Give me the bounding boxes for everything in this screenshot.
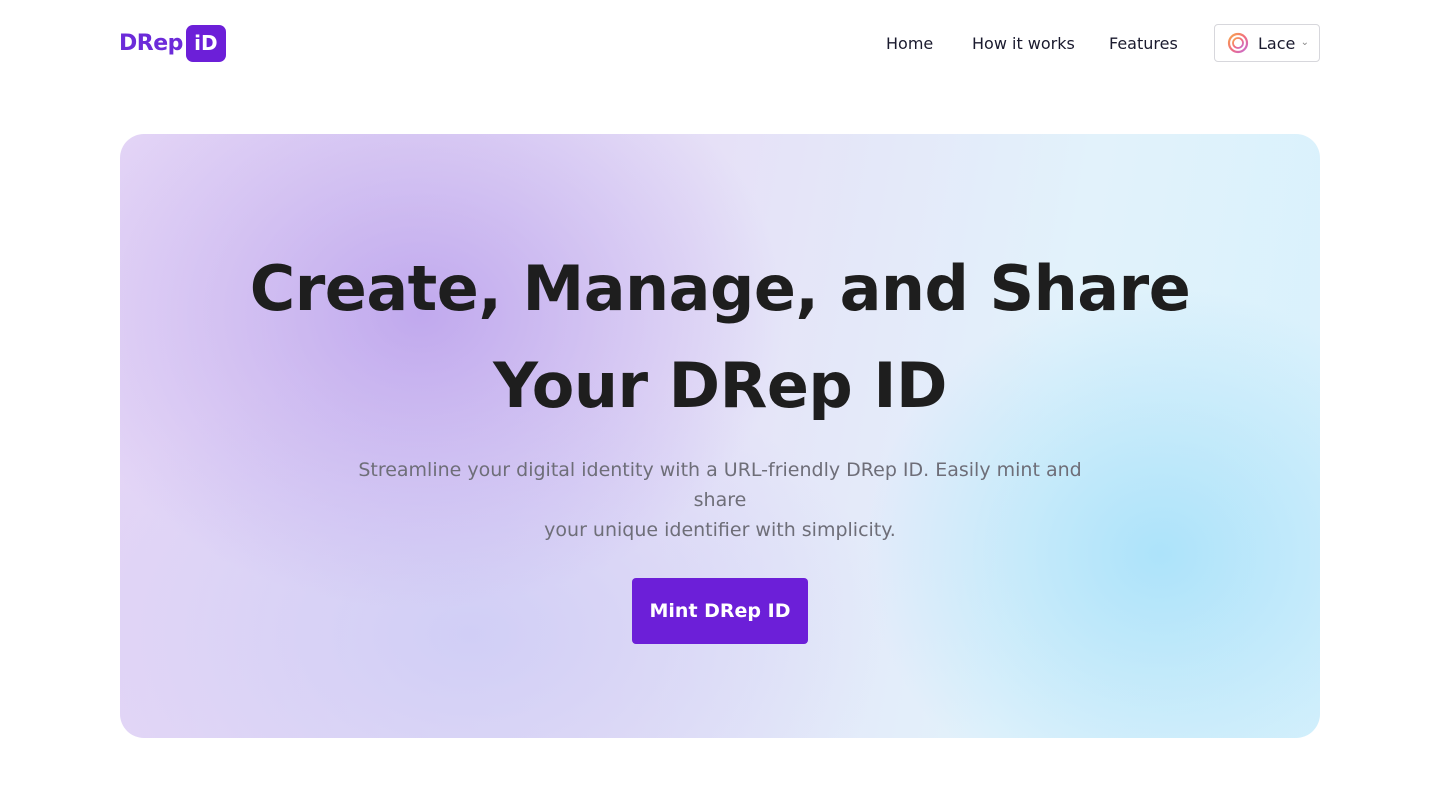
hero-subtitle-line-2: your unique identifier with simplicity. [544, 519, 896, 541]
logo-wordmark: DRep [119, 30, 183, 56]
nav-link-home[interactable]: Home [886, 34, 933, 53]
hero-title: Create, Manage, and Share Your DRep ID [120, 240, 1320, 434]
brand-logo[interactable]: DRep iD [119, 24, 226, 62]
nav-link-how-it-works[interactable]: How it works [972, 34, 1075, 53]
wallet-label: Lace [1258, 33, 1296, 53]
lace-wallet-icon [1227, 32, 1249, 54]
hero-subtitle: Streamline your digital identity with a … [330, 455, 1110, 545]
logo-badge: iD [185, 24, 226, 62]
nav-link-features[interactable]: Features [1109, 34, 1178, 53]
chevron-down-icon: ⌄ [1300, 37, 1309, 48]
mint-drep-id-button[interactable]: Mint DRep ID [632, 578, 808, 644]
wallet-selector[interactable]: Lace ⌄ [1214, 24, 1320, 62]
hero-title-line-2: Your DRep ID [493, 349, 947, 422]
hero-section: Create, Manage, and Share Your DRep ID S… [120, 134, 1320, 738]
hero-subtitle-line-1: Streamline your digital identity with a … [358, 459, 1082, 511]
hero-title-line-1: Create, Manage, and Share [249, 252, 1191, 325]
top-nav: DRep iD Home How it works Features Lace … [0, 0, 1440, 86]
